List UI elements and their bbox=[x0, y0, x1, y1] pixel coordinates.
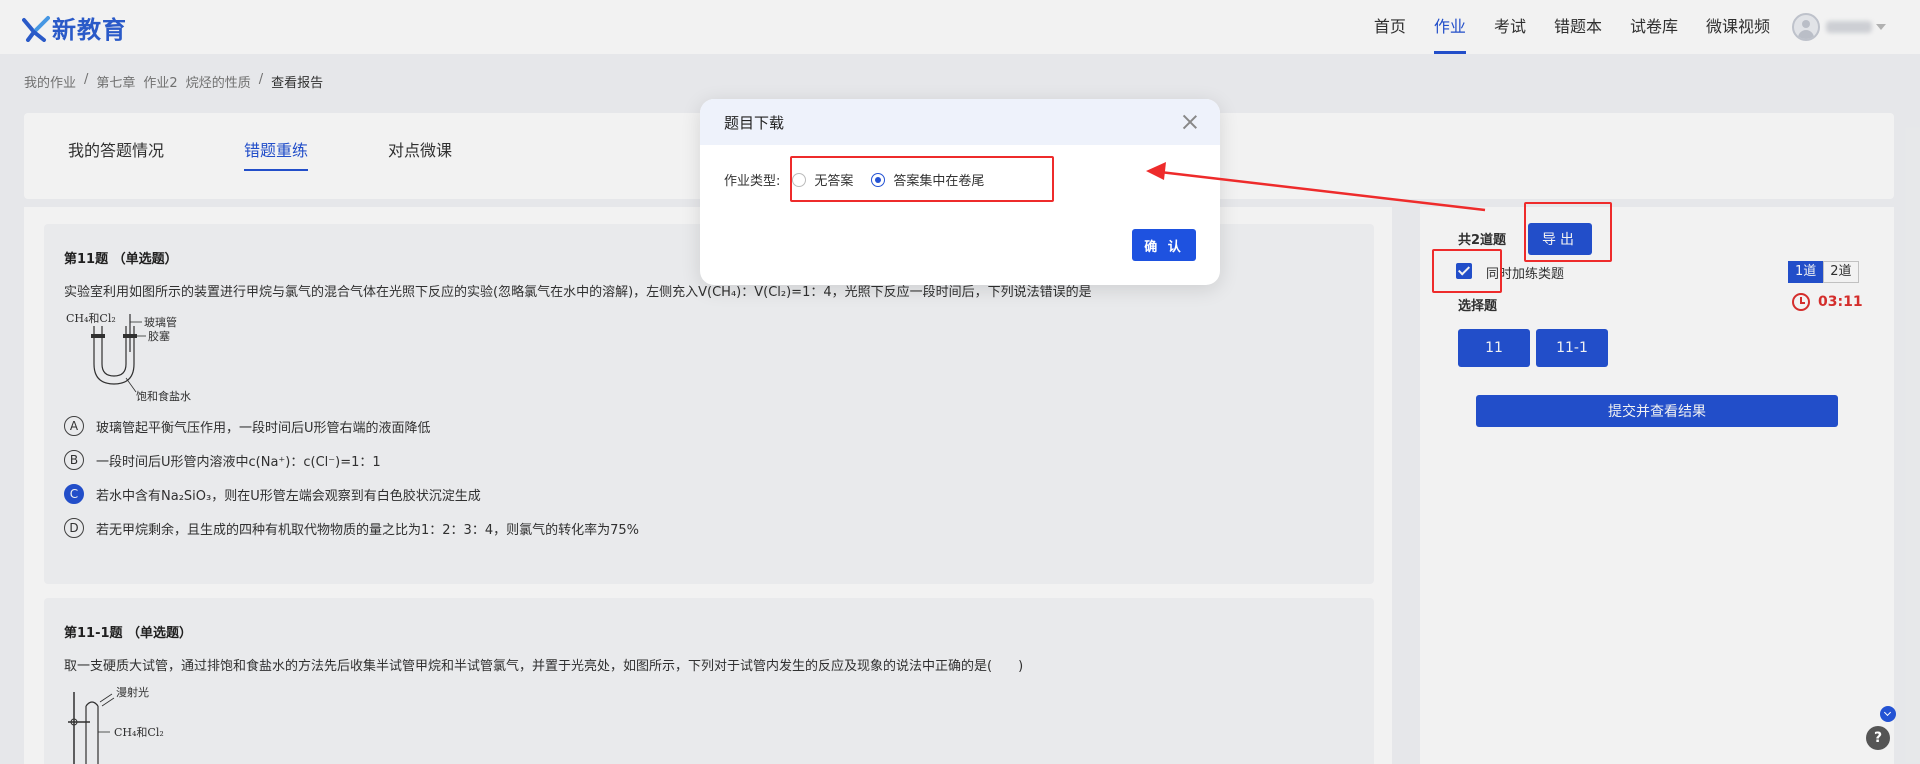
dialog-header: 题目下载 bbox=[700, 99, 1220, 145]
confirm-button[interactable]: 确 认 bbox=[1132, 229, 1196, 261]
dialog-title: 题目下载 bbox=[724, 113, 785, 132]
collapse-icon[interactable] bbox=[1880, 706, 1896, 722]
annotation-box bbox=[1524, 202, 1612, 262]
close-icon[interactable] bbox=[1182, 114, 1198, 130]
annotation-box bbox=[1432, 249, 1502, 293]
annotation-box bbox=[790, 156, 1054, 202]
field-label: 作业类型: bbox=[724, 174, 781, 189]
help-icon[interactable]: ? bbox=[1866, 726, 1890, 750]
